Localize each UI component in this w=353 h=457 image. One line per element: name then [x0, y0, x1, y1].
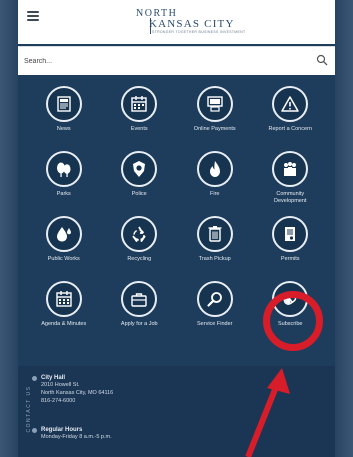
tile-police[interactable]: Police: [102, 149, 178, 214]
contact-footer: CONTACT US City Hall 2010 Howell St. Nor…: [18, 366, 335, 457]
briefcase-icon: [121, 281, 158, 317]
hamburger-menu-icon[interactable]: [27, 11, 39, 21]
magnifier-icon: [196, 281, 233, 317]
city-hall-block: City Hall 2010 Howell St. North Kansas C…: [32, 375, 113, 405]
app-screen: NORTH KANSAS CITY STRONGER TOGETHER BUSI…: [18, 0, 335, 457]
tile-trash-pickup[interactable]: Trash Pickup: [177, 214, 253, 279]
tile-label: Service Finder: [197, 321, 233, 327]
contact-side-tab: CONTACT US: [25, 374, 33, 446]
tile-report-concern[interactable]: Report a Concern: [253, 84, 329, 149]
calendar-agenda-icon: [45, 281, 82, 317]
recycle-icon: [121, 216, 158, 252]
newspaper-icon: [45, 86, 82, 122]
city-hall-address-line1: 2010 Howell St.: [41, 382, 80, 388]
community-icon: [272, 151, 309, 187]
tile-label: Subscribe: [278, 321, 303, 327]
tile-recycling[interactable]: Recycling: [102, 214, 178, 279]
city-hall-phone[interactable]: 816-274-6000: [41, 397, 113, 405]
logo-main-text: KANSAS CITY: [149, 18, 235, 30]
hours-block: Regular Hours Monday-Friday 8 a.m.-5 p.m…: [32, 427, 112, 441]
tile-label: Agenda & Minutes: [41, 321, 87, 327]
clock-icon: [32, 428, 37, 433]
tile-label: Report a Concern: [268, 126, 312, 132]
tile-label: Apply for a Job: [120, 321, 158, 327]
tile-news[interactable]: News: [26, 84, 102, 149]
header-bar: NORTH KANSAS CITY STRONGER TOGETHER BUSI…: [18, 0, 335, 44]
tile-agenda-minutes[interactable]: Agenda & Minutes: [26, 279, 102, 344]
trash-can-icon: [196, 216, 233, 252]
search-input[interactable]: [24, 53, 294, 69]
logo-divider: [150, 18, 151, 34]
city-logo[interactable]: NORTH KANSAS CITY STRONGER TOGETHER BUSI…: [136, 8, 246, 38]
police-badge-icon: [121, 151, 158, 187]
logo-tagline: STRONGER TOGETHER BUSINESS INVESTMENT: [152, 30, 246, 34]
tile-parks[interactable]: Parks: [26, 149, 102, 214]
service-grid: News Events Online Payments Report a Con…: [26, 84, 328, 344]
hours-line: Monday-Friday 8 a.m.-5 p.m.: [41, 434, 112, 440]
tile-label: Parks: [56, 191, 71, 197]
tile-label: Community Development: [274, 191, 307, 204]
city-hall-address-line2[interactable]: North Kansas City, MO 64116: [41, 389, 113, 397]
contact-us-label: CONTACT US: [26, 385, 32, 433]
tile-permits[interactable]: Permits: [253, 214, 329, 279]
warning-icon: [272, 86, 309, 122]
payment-terminal-icon: [196, 86, 233, 122]
tile-label: Events: [130, 126, 148, 132]
search-icon[interactable]: [316, 54, 328, 66]
tile-online-payments[interactable]: Online Payments: [177, 84, 253, 149]
tile-label: Permits: [280, 256, 300, 262]
calendar-icon: [121, 86, 158, 122]
permit-document-icon: [272, 216, 309, 252]
tile-label: Public Works: [47, 256, 80, 262]
tile-label: Police: [131, 191, 147, 197]
trees-icon: [45, 151, 82, 187]
tile-subscribe[interactable]: Subscribe: [253, 279, 329, 344]
tile-label: Recycling: [127, 256, 152, 262]
tile-events[interactable]: Events: [102, 84, 178, 149]
tile-label: Trash Pickup: [198, 256, 231, 262]
tile-service-finder[interactable]: Service Finder: [177, 279, 253, 344]
flame-icon: [196, 151, 233, 187]
subscribe-icon: [272, 281, 309, 317]
tile-community-development[interactable]: Community Development: [253, 149, 329, 214]
location-pin-icon: [32, 376, 37, 381]
water-drop-icon: [45, 216, 82, 252]
tile-label: Fire: [210, 191, 220, 197]
tile-apply-job[interactable]: Apply for a Job: [102, 279, 178, 344]
tile-public-works[interactable]: Public Works: [26, 214, 102, 279]
tile-label: Online Payments: [193, 126, 236, 132]
search-bar: [18, 46, 335, 75]
tile-fire[interactable]: Fire: [177, 149, 253, 214]
tile-label: News: [56, 126, 71, 132]
